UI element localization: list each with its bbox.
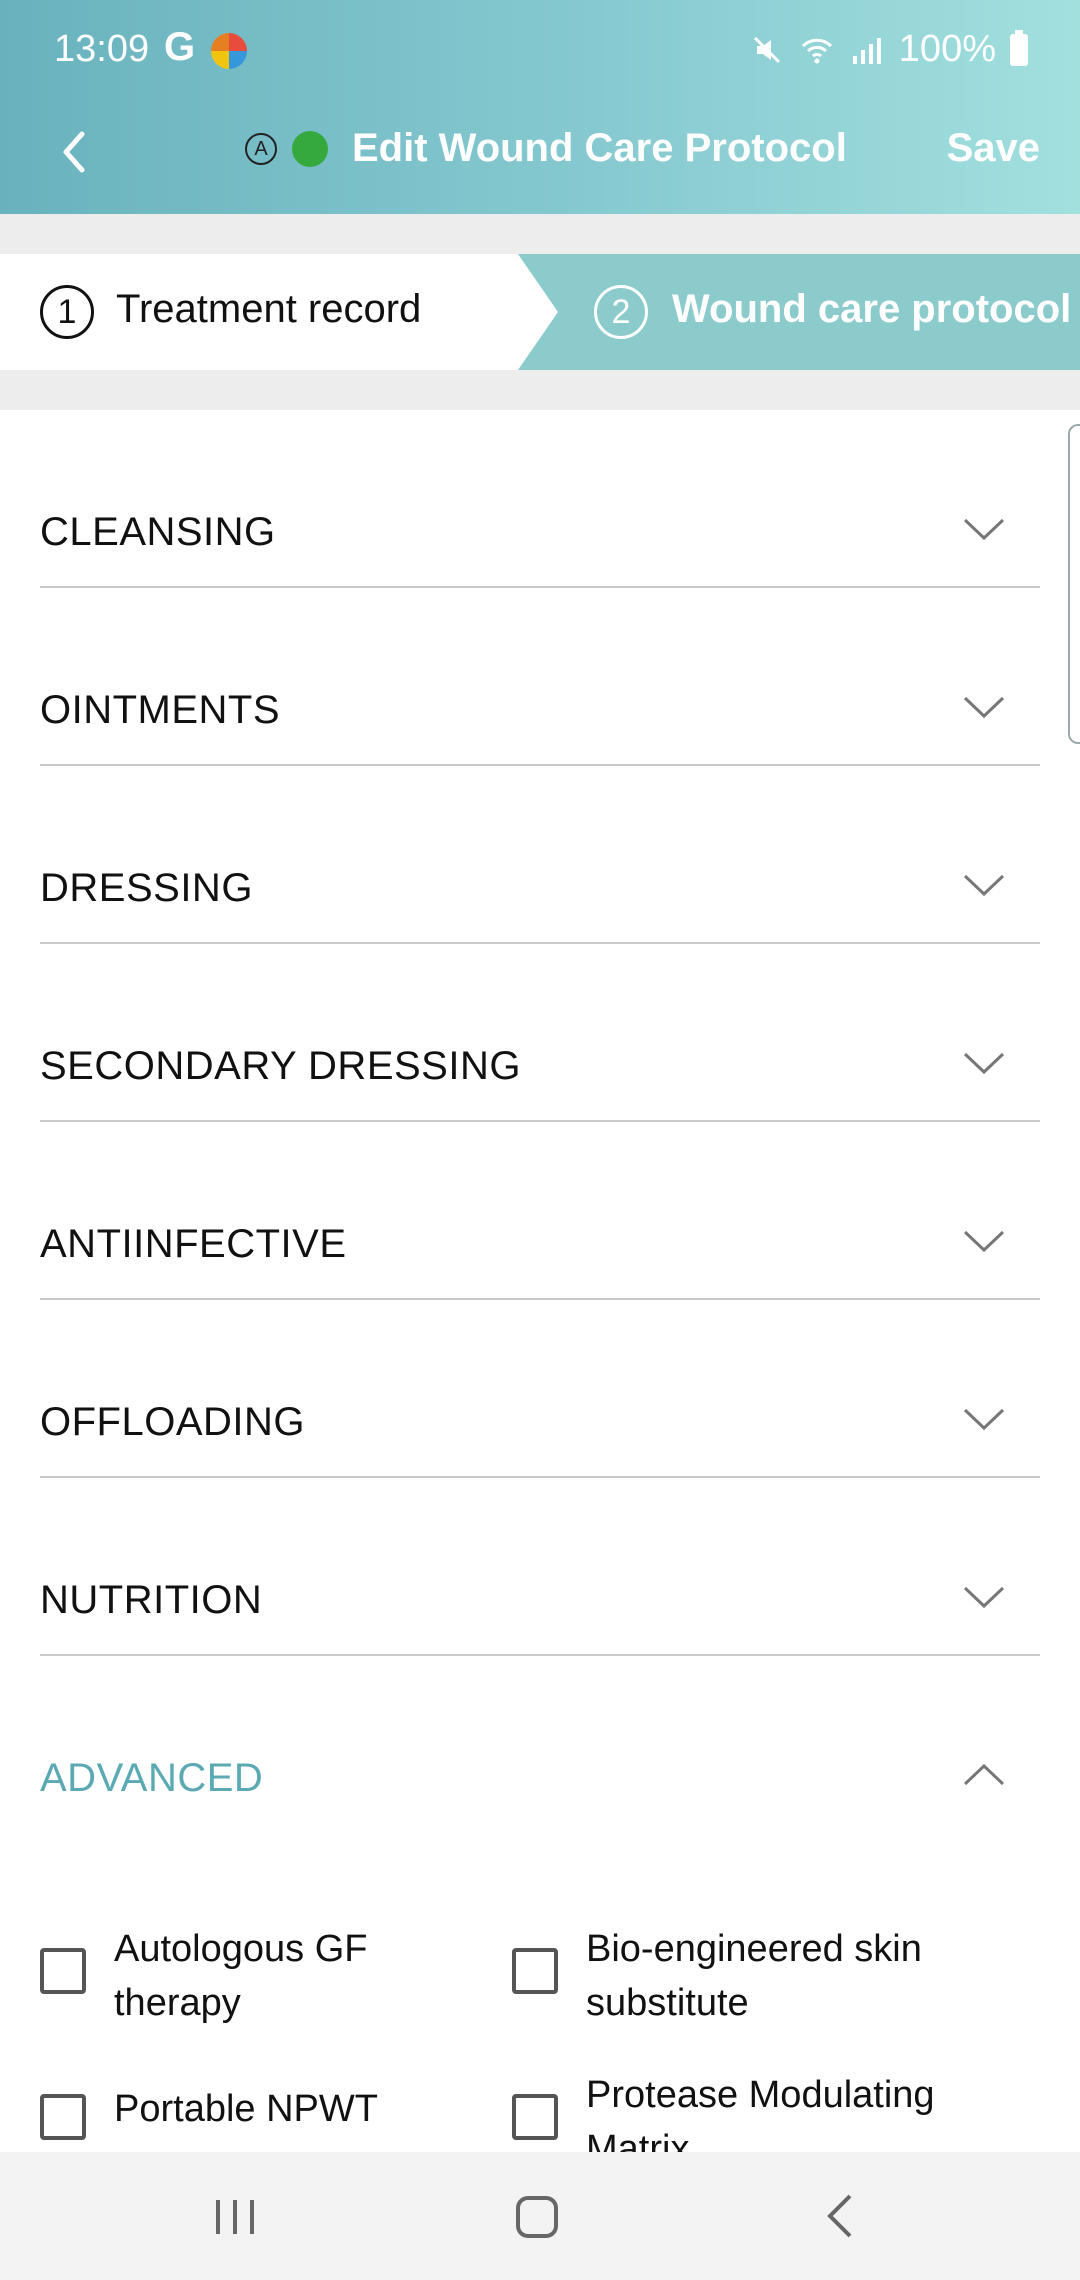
option-bio-engineered-skin-substitute[interactable]: Bio-engineered skin substitute xyxy=(512,1922,982,2030)
battery-percent: 100% xyxy=(898,28,996,70)
google-icon: G xyxy=(164,25,196,69)
chevron-up-icon xyxy=(963,1763,1005,1786)
checkbox[interactable] xyxy=(40,2094,86,2140)
back-button[interactable] xyxy=(44,122,104,182)
checkbox[interactable] xyxy=(512,1948,558,1994)
step-label: Wound care protocol xyxy=(672,287,1072,331)
checkbox[interactable] xyxy=(512,2094,558,2140)
back-nav-icon[interactable] xyxy=(820,2192,860,2240)
section-advanced[interactable]: ADVANCED xyxy=(40,1656,1040,1834)
section-secondary-dressing[interactable]: SECONDARY DRESSING xyxy=(40,944,1040,1122)
battery-icon xyxy=(1010,29,1028,66)
step-treatment-record[interactable]: 1 Treatment record xyxy=(0,254,558,370)
home-icon[interactable] xyxy=(516,2196,558,2238)
section-label: OFFLOADING xyxy=(40,1400,306,1444)
status-time: 13:09 xyxy=(54,28,150,70)
chevron-down-icon xyxy=(963,518,1005,541)
chevron-down-icon xyxy=(963,1408,1005,1431)
stepper: 1 Treatment record 2 Wound care protocol xyxy=(0,254,1080,370)
section-label: NUTRITION xyxy=(40,1578,263,1622)
mute-icon xyxy=(753,36,780,63)
step-number: 1 xyxy=(40,285,94,339)
section-offloading[interactable]: OFFLOADING xyxy=(40,1300,1040,1478)
chevron-down-icon xyxy=(963,874,1005,897)
chevron-left-icon xyxy=(63,131,85,173)
protocol-content[interactable]: CLEANSING OINTMENTS DRESSING SECONDARY D… xyxy=(0,410,1080,2152)
section-label: OINTMENTS xyxy=(40,688,281,732)
section-label: ANTIINFECTIVE xyxy=(40,1222,347,1266)
chevron-down-icon xyxy=(963,1586,1005,1609)
chevron-down-icon xyxy=(963,1230,1005,1253)
section-nutrition[interactable]: NUTRITION xyxy=(40,1478,1040,1656)
section-dressing[interactable]: DRESSING xyxy=(40,766,1040,944)
step-label: Treatment record xyxy=(116,287,422,331)
option-label: Bio-engineered skin substitute xyxy=(586,1928,922,2024)
option-label: Portable NPWT xyxy=(114,2088,378,2130)
scrollbar-handle[interactable] xyxy=(1068,424,1080,744)
section-label: ADVANCED xyxy=(40,1756,264,1800)
status-icons: 100% xyxy=(749,28,1028,71)
page-title: Edit Wound Care Protocol xyxy=(352,126,847,170)
section-label: DRESSING xyxy=(40,866,253,910)
option-label: Autologous GF therapy xyxy=(114,1928,368,2024)
mode-badge-icon: A xyxy=(245,133,277,165)
system-nav-bar xyxy=(0,2152,1080,2280)
option-autologous-gf-therapy[interactable]: Autologous GF therapy xyxy=(40,1922,510,2030)
status-bar: 13:09 G 100% xyxy=(0,0,1080,100)
step-wound-care-protocol[interactable]: 2 Wound care protocol xyxy=(518,254,1080,370)
app-header: 13:09 G 100% A Edit Wound Care Protocol … xyxy=(0,0,1080,214)
section-antiinfective[interactable]: ANTIINFECTIVE xyxy=(40,1122,1040,1300)
wifi-icon xyxy=(801,38,832,63)
online-status-dot xyxy=(292,131,328,167)
chevron-down-icon xyxy=(963,696,1005,719)
checkbox[interactable] xyxy=(40,1948,86,1994)
recents-icon[interactable] xyxy=(210,2196,260,2238)
section-ointments[interactable]: OINTMENTS xyxy=(40,588,1040,766)
signal-icon xyxy=(852,37,881,64)
step-number: 2 xyxy=(594,285,648,339)
section-cleansing[interactable]: CLEANSING xyxy=(40,410,1040,588)
save-button[interactable]: Save xyxy=(947,126,1040,171)
app-notification-icon xyxy=(211,33,247,69)
chevron-down-icon xyxy=(963,1052,1005,1075)
section-label: CLEANSING xyxy=(40,510,276,554)
section-label: SECONDARY DRESSING xyxy=(40,1044,521,1088)
option-portable-npwt[interactable]: Portable NPWT xyxy=(40,2068,510,2140)
